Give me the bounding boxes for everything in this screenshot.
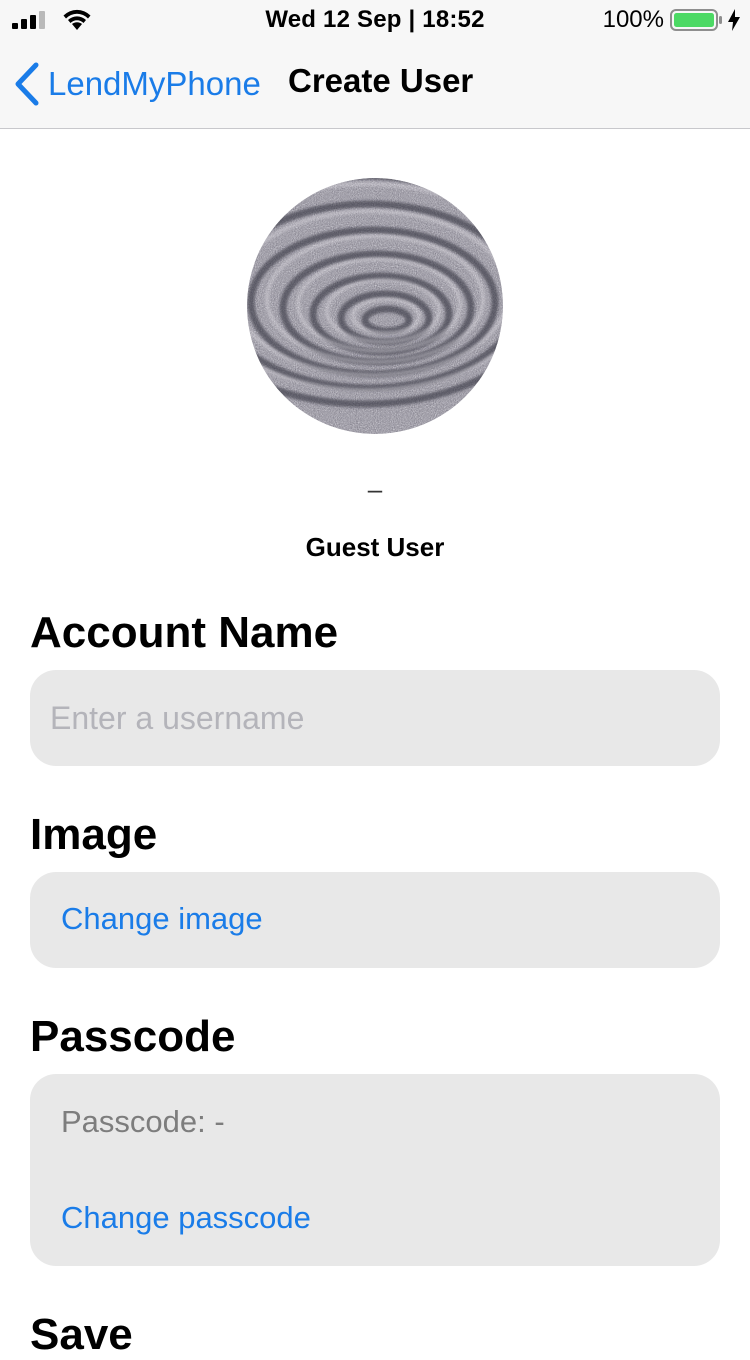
passcode-heading: Passcode (30, 1012, 236, 1061)
navigation-bar: LendMyPhone Create User (0, 40, 750, 129)
page-title: Create User (288, 62, 474, 99)
battery-percentage: 100% (602, 6, 664, 33)
back-button-label: LendMyPhone (48, 65, 261, 102)
user-name: Guest User (305, 532, 445, 562)
charging-bolt-icon (728, 9, 740, 31)
account-name-heading: Account Name (30, 608, 339, 657)
passcode-status: Passcode: - (61, 1104, 225, 1139)
username-input[interactable] (50, 670, 700, 766)
change-image-button[interactable]: Change image (61, 901, 263, 937)
avatar (247, 178, 503, 434)
image-heading: Image (30, 810, 158, 859)
status-bar: Wed 12 Sep | 18:52 100% (0, 0, 750, 40)
change-passcode-button[interactable]: Change passcode (61, 1200, 311, 1236)
chevron-left-icon (15, 62, 39, 106)
avatar-image (247, 178, 503, 434)
image-card: Change image (30, 872, 720, 968)
save-heading: Save (30, 1310, 133, 1359)
battery-icon (670, 9, 722, 31)
account-name-card (30, 670, 720, 766)
back-button[interactable]: LendMyPhone (14, 60, 261, 108)
passcode-card: Passcode: - Change passcode (30, 1074, 720, 1266)
user-subtitle: – (367, 474, 383, 504)
